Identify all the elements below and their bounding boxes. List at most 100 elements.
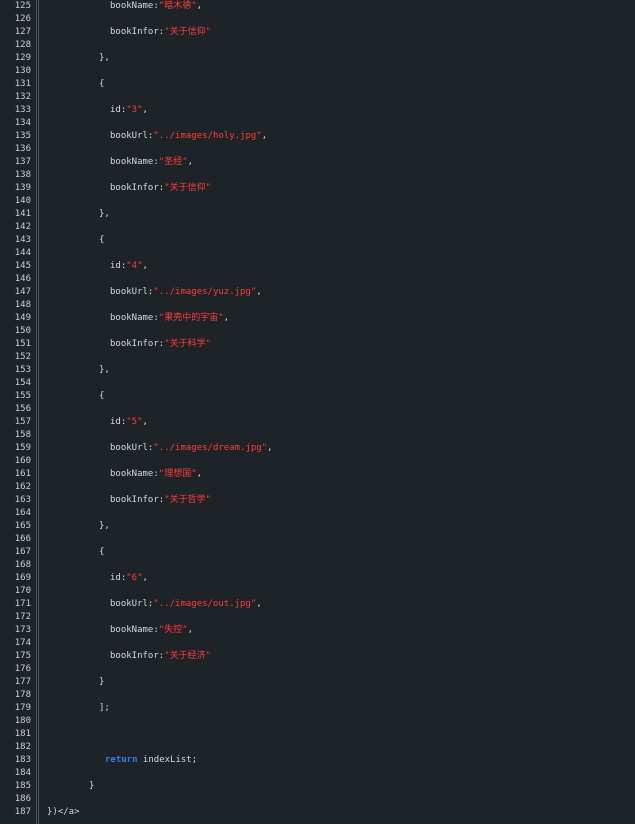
line-number: 136 bbox=[14, 144, 31, 154]
code-line[interactable]: 185} bbox=[0, 780, 635, 793]
code-line[interactable]: 157 id:"5", bbox=[0, 416, 635, 429]
code-line[interactable]: 168 bbox=[0, 559, 635, 572]
code-token: bookName: bbox=[110, 157, 159, 167]
line-number: 183 bbox=[14, 755, 31, 765]
code-line[interactable]: 144 bbox=[0, 247, 635, 260]
code-line[interactable]: 136 bbox=[0, 143, 635, 156]
code-line[interactable]: 140 bbox=[0, 195, 635, 208]
code-line[interactable]: 181 bbox=[0, 728, 635, 741]
code-line[interactable]: 153}, bbox=[0, 364, 635, 377]
code-line[interactable]: 147 bookUrl:"../images/yuz.jpg", bbox=[0, 286, 635, 299]
code-line[interactable]: 171 bookUrl:"../images/out.jpg", bbox=[0, 598, 635, 611]
code-line[interactable]: 137 bookName:"圣经", bbox=[0, 156, 635, 169]
code-line[interactable]: 176 bbox=[0, 663, 635, 676]
code-line[interactable]: 166 bbox=[0, 533, 635, 546]
code-line[interactable]: 158 bbox=[0, 429, 635, 442]
line-number: 143 bbox=[14, 235, 31, 245]
code-line[interactable]: 174 bbox=[0, 637, 635, 650]
line-number: 146 bbox=[14, 274, 31, 284]
code-line[interactable]: 173 bookName:"失控", bbox=[0, 624, 635, 637]
code-line[interactable]: 161 bookName:"理想国", bbox=[0, 468, 635, 481]
code-text: bookName:"理想国", bbox=[110, 468, 202, 481]
code-line[interactable]: 129}, bbox=[0, 52, 635, 65]
code-line[interactable]: 127 bookInfor:"关于信仰" bbox=[0, 26, 635, 39]
code-line[interactable]: 162 bbox=[0, 481, 635, 494]
code-token: { bbox=[99, 79, 105, 89]
code-line[interactable]: 130 bbox=[0, 65, 635, 78]
code-line[interactable]: 141}, bbox=[0, 208, 635, 221]
code-line[interactable]: 178 bbox=[0, 689, 635, 702]
line-number: 126 bbox=[14, 14, 31, 24]
code-line[interactable]: 152 bbox=[0, 351, 635, 364]
code-line[interactable]: 148 bbox=[0, 299, 635, 312]
code-line[interactable]: 175 bookInfor:"关于经济" bbox=[0, 650, 635, 663]
code-line[interactable]: 156 bbox=[0, 403, 635, 416]
line-number: 125 bbox=[14, 1, 31, 11]
line-number: 181 bbox=[14, 729, 31, 739]
code-line[interactable]: 169 id:"6", bbox=[0, 572, 635, 585]
code-text: bookUrl:"../images/dream.jpg", bbox=[110, 442, 273, 455]
code-line[interactable]: 145 id:"4", bbox=[0, 260, 635, 273]
code-line[interactable]: 125 bookName:"暗木德", bbox=[0, 0, 635, 13]
line-number: 167 bbox=[14, 547, 31, 557]
code-line[interactable]: 135 bookUrl:"../images/holy.jpg", bbox=[0, 130, 635, 143]
code-line[interactable]: 142 bbox=[0, 221, 635, 234]
line-number: 130 bbox=[14, 66, 31, 76]
line-number: 178 bbox=[14, 690, 31, 700]
code-line[interactable]: 155 { bbox=[0, 390, 635, 403]
code-editor[interactable]: 125 bookName:"暗木德", 126 127 bookInfor:"关于信仰"… bbox=[0, 0, 635, 824]
line-number: 147 bbox=[14, 287, 31, 297]
code-line[interactable]: 177} bbox=[0, 676, 635, 689]
code-line[interactable]: 180 bbox=[0, 715, 635, 728]
line-number: 152 bbox=[14, 352, 31, 362]
code-line[interactable]: 160 bbox=[0, 455, 635, 468]
code-token: , bbox=[256, 287, 262, 297]
code-line[interactable]: 150 bbox=[0, 325, 635, 338]
code-line[interactable]: 172 bbox=[0, 611, 635, 624]
code-text: { bbox=[99, 390, 104, 403]
string-token: "关于科学" bbox=[164, 339, 212, 349]
code-line[interactable]: 165}, bbox=[0, 520, 635, 533]
string-token: "6" bbox=[126, 573, 143, 583]
string-token: "关于经济" bbox=[164, 651, 212, 661]
code-line[interactable]: 179]; bbox=[0, 702, 635, 715]
code-line[interactable]: 164 bbox=[0, 507, 635, 520]
line-number: 160 bbox=[14, 456, 31, 466]
code-line[interactable]: 126 bbox=[0, 13, 635, 26]
code-line[interactable]: 146 bbox=[0, 273, 635, 286]
code-line[interactable]: 183 return indexList; bbox=[0, 754, 635, 767]
code-line[interactable]: 154 bbox=[0, 377, 635, 390]
keyword-token: return bbox=[105, 755, 138, 765]
code-token: , bbox=[142, 417, 148, 427]
line-number: 174 bbox=[14, 638, 31, 648]
code-line[interactable]: 132 bbox=[0, 91, 635, 104]
code-line[interactable]: 138 bbox=[0, 169, 635, 182]
line-number: 128 bbox=[14, 40, 31, 50]
code-line[interactable]: 143 { bbox=[0, 234, 635, 247]
string-token: "圣经" bbox=[158, 157, 188, 167]
code-line[interactable]: 182 bbox=[0, 741, 635, 754]
code-text: bookInfor:"关于信仰" bbox=[110, 26, 211, 39]
code-line[interactable]: 133 id:"3", bbox=[0, 104, 635, 117]
code-line[interactable]: 163 bookInfor:"关于哲学" bbox=[0, 494, 635, 507]
line-number: 139 bbox=[14, 183, 31, 193]
line-number: 137 bbox=[14, 157, 31, 167]
code-line[interactable]: 128 bbox=[0, 39, 635, 52]
code-text: bookName:"果壳中的宇宙", bbox=[110, 312, 229, 325]
code-line[interactable]: 186 bbox=[0, 793, 635, 806]
code-line[interactable]: 170 bbox=[0, 585, 635, 598]
code-line[interactable]: 151 bookInfor:"关于科学" bbox=[0, 338, 635, 351]
code-line[interactable]: 131 { bbox=[0, 78, 635, 91]
code-text: } bbox=[89, 780, 94, 793]
code-line[interactable]: 149 bookName:"果壳中的宇宙", bbox=[0, 312, 635, 325]
code-token: }, bbox=[99, 209, 110, 219]
line-number: 150 bbox=[14, 326, 31, 336]
code-line[interactable]: 134 bbox=[0, 117, 635, 130]
code-line[interactable]: 167 { bbox=[0, 546, 635, 559]
code-line[interactable]: 139 bookInfor:"关于信仰" bbox=[0, 182, 635, 195]
code-line[interactable]: 159 bookUrl:"../images/dream.jpg", bbox=[0, 442, 635, 455]
code-line[interactable]: 187})</a> bbox=[0, 806, 635, 819]
code-line[interactable]: 184 bbox=[0, 767, 635, 780]
line-number: 182 bbox=[14, 742, 31, 752]
code-token: { bbox=[99, 391, 105, 401]
